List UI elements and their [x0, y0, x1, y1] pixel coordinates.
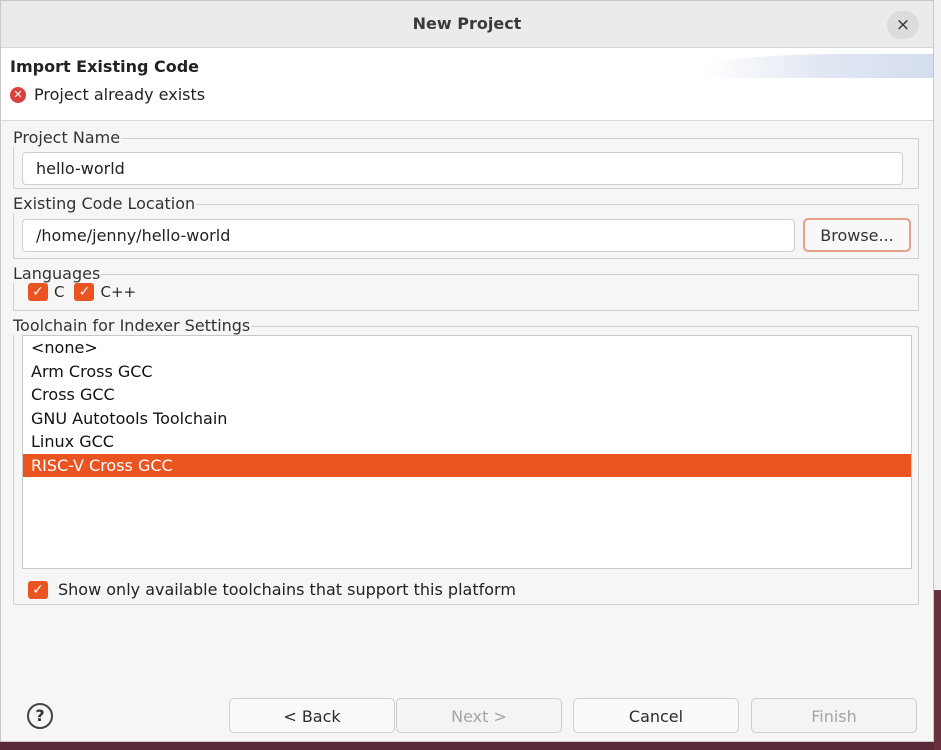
error-message: ✕ Project already exists	[10, 85, 205, 104]
page-title: Import Existing Code	[10, 57, 200, 76]
show-only-label: Show only available toolchains that supp…	[58, 580, 516, 599]
window-title: New Project	[412, 14, 522, 33]
languages-row: ✓ C ✓ C++	[28, 283, 146, 301]
help-icon[interactable]: ?	[27, 703, 53, 729]
list-item[interactable]: Arm Cross GCC	[23, 360, 911, 384]
cancel-button[interactable]: Cancel	[573, 698, 739, 733]
wizard-header: Import Existing Code ✕ Project already e…	[1, 48, 933, 121]
error-message-text: Project already exists	[34, 85, 206, 104]
languages-legend: Languages	[13, 264, 101, 283]
button-bar: ? < Back Next > Cancel Finish	[1, 681, 933, 743]
toolchain-legend: Toolchain for Indexer Settings	[13, 316, 251, 335]
code-location-group: Existing Code Location Browse...	[13, 195, 919, 259]
show-only-checkbox-row[interactable]: ✓ Show only available toolchains that su…	[28, 580, 516, 599]
language-c[interactable]: ✓ C	[28, 283, 64, 301]
project-name-input[interactable]	[22, 152, 903, 185]
language-c-label: C	[54, 283, 65, 301]
list-item[interactable]: Cross GCC	[23, 383, 911, 407]
background-window-edge	[934, 0, 941, 750]
background-window-dark	[934, 590, 941, 750]
project-name-legend: Project Name	[13, 128, 121, 147]
close-button[interactable]: ×	[887, 11, 919, 39]
title-bar: New Project ×	[1, 1, 933, 48]
checkbox-checked-icon[interactable]: ✓	[28, 283, 48, 301]
header-decoration	[703, 54, 933, 78]
checkbox-checked-icon[interactable]: ✓	[28, 580, 48, 599]
toolchain-group: Toolchain for Indexer Settings <none> Ar…	[13, 317, 919, 605]
close-icon: ×	[895, 15, 911, 35]
list-item[interactable]: Linux GCC	[23, 430, 911, 454]
project-name-group: Project Name	[13, 129, 919, 189]
toolchain-list[interactable]: <none> Arm Cross GCC Cross GCC GNU Autot…	[22, 335, 912, 569]
next-button[interactable]: Next >	[396, 698, 562, 733]
language-cpp[interactable]: ✓ C++	[74, 283, 136, 301]
language-cpp-label: C++	[100, 283, 137, 301]
code-location-input[interactable]	[22, 219, 795, 252]
list-item-selected[interactable]: RISC-V Cross GCC	[23, 453, 911, 477]
languages-group: Languages ✓ C ✓ C++	[13, 265, 919, 311]
back-button[interactable]: < Back	[229, 698, 395, 733]
checkbox-checked-icon[interactable]: ✓	[74, 283, 95, 301]
error-icon: ✕	[10, 86, 26, 103]
browse-button[interactable]: Browse...	[803, 218, 911, 252]
new-project-dialog: New Project × Import Existing Code ✕ Pro…	[0, 0, 934, 742]
finish-button[interactable]: Finish	[751, 698, 917, 733]
code-location-legend: Existing Code Location	[13, 194, 196, 213]
list-item[interactable]: GNU Autotools Toolchain	[23, 407, 911, 431]
list-item[interactable]: <none>	[23, 336, 911, 360]
